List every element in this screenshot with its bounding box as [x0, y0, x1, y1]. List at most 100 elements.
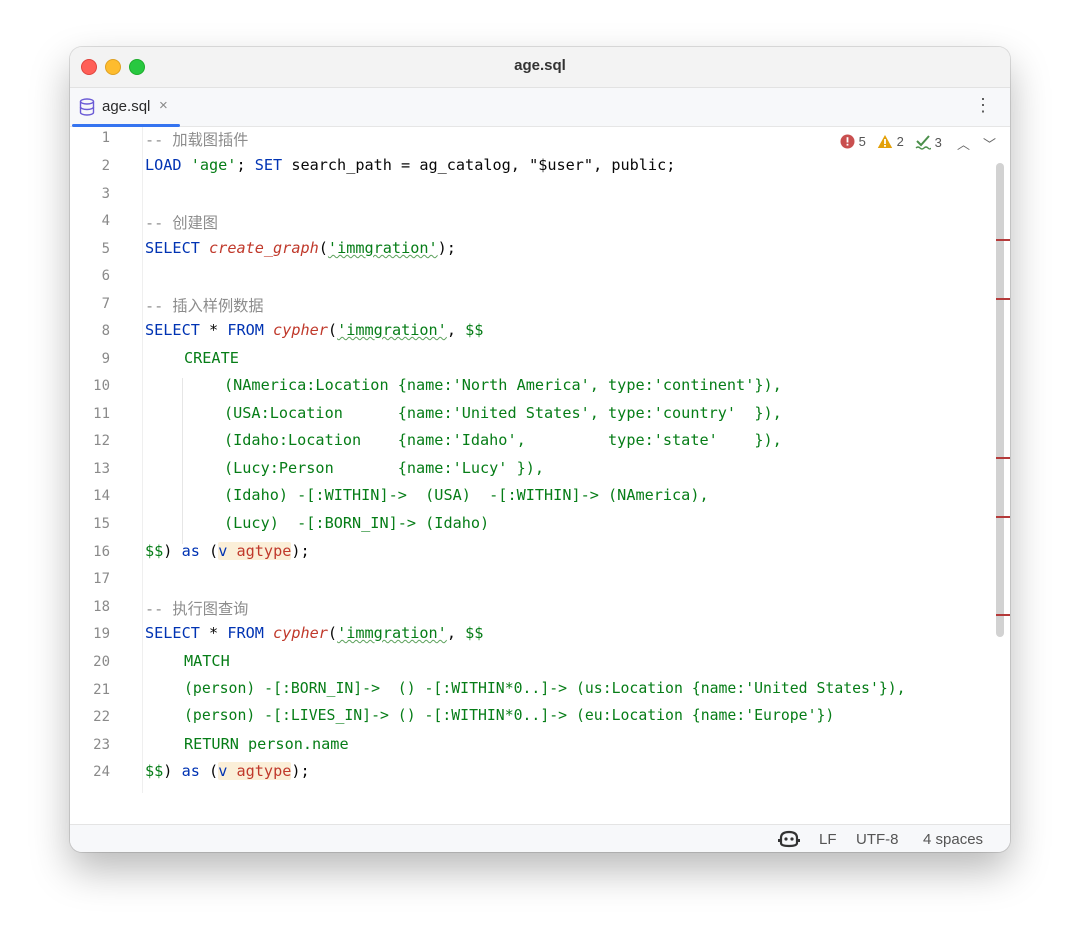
- line-number: 15: [93, 516, 110, 532]
- code-line[interactable]: RETURN person.name: [184, 735, 349, 753]
- code-text: search_path = ag_catalog, "$user", publi…: [282, 156, 676, 174]
- code-line[interactable]: (person) -[:BORN_IN]-> () -[:WITHIN*0..]…: [184, 680, 906, 697]
- code-line[interactable]: -- 加载图插件: [145, 128, 248, 150]
- error-stripe-marker[interactable]: [996, 614, 1010, 616]
- keyword: SET: [254, 156, 283, 174]
- line-number: 13: [93, 461, 110, 477]
- code-text: (: [199, 762, 219, 780]
- tab-age-sql[interactable]: age.sql ×: [70, 88, 182, 127]
- line-number: 14: [93, 488, 110, 504]
- copilot-icon[interactable]: [778, 830, 800, 852]
- code-line[interactable]: (Idaho:Location {name:'Idaho', type:'sta…: [224, 431, 782, 449]
- line-number: 7: [101, 296, 110, 312]
- warning-count[interactable]: 2: [877, 134, 904, 149]
- encoding-widget[interactable]: UTF-8: [856, 831, 899, 848]
- next-highlight-icon[interactable]: ﹀: [983, 134, 996, 153]
- code-line[interactable]: CREATE: [184, 349, 239, 367]
- keyword: as: [181, 542, 200, 560]
- keyword: as: [181, 762, 200, 780]
- warning-icon: [877, 135, 893, 148]
- alias: v: [218, 542, 228, 560]
- code-line[interactable]: $$) as (v agtype);: [145, 542, 310, 560]
- window-title: age.sql: [514, 57, 566, 74]
- type-name: agtype: [236, 542, 292, 560]
- code-line[interactable]: -- 执行图查询: [145, 597, 248, 619]
- code-text: ;: [236, 156, 255, 174]
- code-line[interactable]: -- 插入样例数据: [145, 294, 264, 316]
- string-literal: 'immgration': [337, 624, 447, 642]
- code-line[interactable]: (Lucy:Person {name:'Lucy' }),: [224, 459, 544, 477]
- code-line[interactable]: MATCH: [184, 652, 230, 670]
- error-stripe-marker[interactable]: [996, 457, 1010, 459]
- function-call: cypher: [273, 321, 328, 339]
- dollar-quote: $$: [145, 762, 164, 780]
- error-stripe-marker[interactable]: [996, 516, 1010, 518]
- keyword: FROM: [227, 624, 264, 642]
- keyword: SELECT: [145, 624, 200, 642]
- code-text: *: [199, 624, 228, 642]
- indent-widget[interactable]: 4 spaces: [923, 831, 983, 848]
- line-number: 22: [93, 709, 110, 725]
- highlighted-usage: v agtype: [218, 762, 292, 780]
- comment: -- 执行图查询: [145, 600, 249, 618]
- comment: -- 插入样例数据: [145, 297, 264, 315]
- previous-highlight-icon[interactable]: ︿: [957, 134, 970, 153]
- type-name: agtype: [236, 762, 292, 780]
- line-number: 8: [101, 323, 110, 339]
- keyword: SELECT: [145, 321, 200, 339]
- error-icon: [840, 134, 855, 149]
- line-number: 11: [93, 406, 110, 422]
- line-number: 23: [93, 737, 110, 753]
- more-options-icon[interactable]: ⋮: [974, 95, 992, 116]
- code-line[interactable]: SELECT * FROM cypher('immgration', $$: [145, 624, 483, 642]
- keyword: FROM: [227, 321, 264, 339]
- line-number: 6: [101, 268, 110, 284]
- line-number: 17: [93, 571, 110, 587]
- code-text: ,: [446, 624, 466, 642]
- line-separator-widget[interactable]: LF: [819, 831, 837, 848]
- code-line[interactable]: (NAmerica:Location {name:'North America'…: [224, 376, 782, 394]
- error-stripe-marker[interactable]: [996, 239, 1010, 241]
- string-literal: 'immgration': [327, 239, 438, 257]
- typo-count[interactable]: 3: [915, 134, 942, 150]
- line-number: 9: [101, 351, 110, 367]
- keyword: LOAD: [145, 156, 182, 174]
- line-number: 3: [101, 186, 110, 202]
- line-number: 16: [93, 544, 110, 560]
- code-line[interactable]: -- 创建图: [145, 211, 218, 233]
- code-text: *: [199, 321, 228, 339]
- highlighted-usage: v agtype: [218, 542, 292, 560]
- code-line[interactable]: (person) -[:LIVES_IN]-> () -[:WITHIN*0..…: [184, 707, 834, 724]
- code-text: );: [437, 239, 456, 257]
- code-line[interactable]: (Idaho) -[:WITHIN]-> (USA) -[:WITHIN]-> …: [224, 486, 709, 504]
- code-line[interactable]: LOAD 'age'; SET search_path = ag_catalog…: [145, 156, 675, 174]
- alias: v: [218, 762, 228, 780]
- inspection-widget[interactable]: 5 2 3 ︿ ﹀: [840, 134, 1000, 154]
- line-number: 10: [93, 378, 110, 394]
- indent-guide: [182, 378, 183, 544]
- code-text: ): [163, 762, 182, 780]
- string-literal: 'age': [190, 156, 237, 174]
- line-number: 21: [93, 682, 110, 698]
- code-text: (: [327, 321, 338, 339]
- database-icon: [79, 98, 95, 121]
- tab-label: age.sql: [102, 98, 151, 115]
- ide-window: age.sql age.sql × ⋮ 5 2 3 ︿ ﹀ 1 -- 加载图插件…: [70, 47, 1010, 852]
- function-call: create_graph: [209, 239, 319, 257]
- typo-check-icon: [915, 135, 932, 150]
- code-line[interactable]: SELECT create_graph('immgration');: [145, 239, 456, 257]
- function-call: cypher: [273, 624, 328, 642]
- editor-tab-bar: age.sql × ⋮: [70, 88, 1010, 127]
- error-stripe-marker[interactable]: [996, 298, 1010, 300]
- line-number: 24: [93, 764, 110, 780]
- code-line[interactable]: $$) as (v agtype);: [145, 762, 310, 780]
- code-line[interactable]: (USA:Location {name:'United States', typ…: [224, 404, 782, 422]
- code-line[interactable]: (Lucy) -[:BORN_IN]-> (Idaho): [224, 514, 489, 532]
- error-count[interactable]: 5: [840, 134, 866, 149]
- close-tab-icon[interactable]: ×: [159, 97, 168, 114]
- vertical-scrollbar[interactable]: [996, 163, 1004, 637]
- line-number: 1: [101, 130, 110, 146]
- title-bar: age.sql: [70, 47, 1010, 88]
- code-editor[interactable]: 5 2 3 ︿ ﹀ 1 -- 加载图插件 2 LOAD 'age'; SET s…: [70, 127, 1010, 793]
- code-line[interactable]: SELECT * FROM cypher('immgration', $$: [145, 321, 483, 339]
